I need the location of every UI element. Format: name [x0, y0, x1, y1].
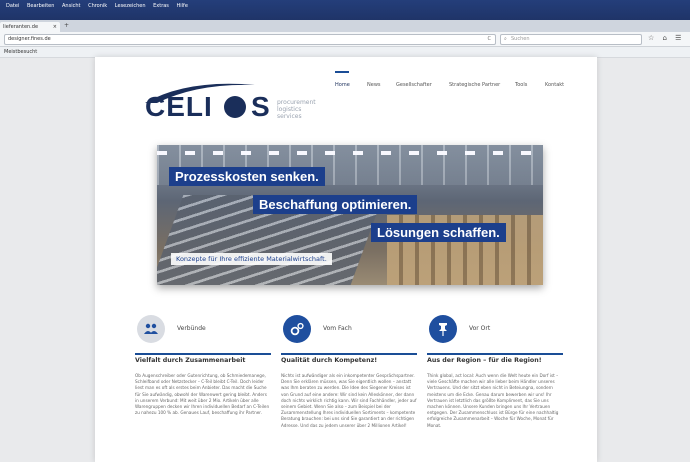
- tagline-line: logistics: [277, 106, 302, 113]
- hero-banner: Prozesskosten senken. Beschaffung optimi…: [157, 145, 543, 285]
- feature-label: Vor Ort: [469, 325, 491, 332]
- menu-help[interactable]: Hilfe: [177, 3, 188, 9]
- column-rule: [281, 353, 417, 355]
- celios-logo[interactable]: CELI S procurement logistics services: [137, 79, 347, 127]
- tab-title: lieferanten.de: [3, 24, 39, 30]
- hero-lights: [157, 151, 543, 155]
- hero-claim-1: Prozesskosten senken.: [169, 167, 325, 186]
- column-text: Nichts ist aufwändiger als ein inkompete…: [281, 373, 417, 428]
- pin-icon[interactable]: [429, 315, 457, 343]
- gears-glyph-icon: [290, 322, 304, 336]
- nav-gesellschafter[interactable]: Gesellschafter: [396, 82, 432, 88]
- column-title: Vielfalt durch Zusammenarbeit: [135, 357, 246, 364]
- hero-claim-2: Beschaffung optimieren.: [253, 195, 418, 214]
- search-icon: ⌕: [504, 36, 507, 42]
- logo-circle-icon: [224, 96, 246, 118]
- hero-subline: Konzepte für Ihre effiziente Materialwir…: [171, 253, 332, 265]
- browser-menubar: Datei Bearbeiten Ansicht Chronik Lesezei…: [0, 0, 690, 20]
- tab-close-icon[interactable]: ×: [53, 24, 57, 30]
- logo-tagline: procurement logistics services: [277, 99, 316, 120]
- users-glyph-icon: [144, 323, 158, 334]
- bookmark-item[interactable]: Meistbesucht: [4, 49, 37, 55]
- url-text: designer.fines.de: [8, 36, 51, 42]
- gears-icon[interactable]: [283, 315, 311, 343]
- tagline-line: services: [277, 113, 302, 120]
- browser-tab[interactable]: lieferanten.de ×: [0, 22, 60, 32]
- search-input[interactable]: ⌕ Suchen: [500, 34, 642, 45]
- pin-glyph-icon: [439, 323, 447, 336]
- new-tab-button[interactable]: +: [64, 22, 69, 29]
- search-placeholder: Suchen: [511, 36, 530, 42]
- logo-text: CELI: [145, 91, 213, 122]
- reload-icon[interactable]: C: [488, 36, 492, 42]
- menu-view[interactable]: Ansicht: [62, 3, 80, 9]
- column-text: Ob Augenschreiber oder Gutenrichtung, ob…: [135, 373, 270, 416]
- nav-news[interactable]: News: [367, 82, 381, 88]
- nav-tools[interactable]: Tools: [515, 82, 527, 88]
- nav-home[interactable]: Home: [335, 82, 350, 88]
- menu-bookmarks[interactable]: Lesezeichen: [115, 3, 146, 9]
- url-bar[interactable]: designer.fines.de C: [4, 34, 496, 45]
- column-title: Aus der Region – für die Region!: [427, 357, 542, 364]
- hero-claim-3: Lösungen schaffen.: [371, 223, 506, 242]
- feature-label: Vom Fach: [323, 325, 352, 332]
- logo-text-s: S: [251, 91, 270, 122]
- column-rule: [427, 353, 563, 355]
- tagline-line: procurement: [277, 99, 316, 106]
- menu-history[interactable]: Chronik: [88, 3, 107, 9]
- web-page: CELI S procurement logistics services Ho…: [95, 57, 597, 462]
- users-icon[interactable]: [137, 315, 165, 343]
- menu-tools[interactable]: Extras: [153, 3, 169, 9]
- column-rule: [135, 353, 271, 355]
- feature-label: Verbünde: [177, 325, 206, 332]
- toolbar-icons[interactable]: ☆ ⌂ ☰: [648, 34, 684, 42]
- column-text: Think global, act local: Auch wenn die W…: [427, 373, 559, 428]
- menu-file[interactable]: Datei: [6, 3, 19, 9]
- navigation-toolbar: designer.fines.de C ⌕ Suchen ☆ ⌂ ☰: [0, 32, 690, 47]
- tab-bar: lieferanten.de × +: [0, 20, 690, 32]
- nav-kontakt[interactable]: Kontakt: [545, 82, 564, 88]
- menu-edit[interactable]: Bearbeiten: [27, 3, 54, 9]
- column-title: Qualität durch Kompetenz!: [281, 357, 378, 364]
- nav-active-indicator: [335, 71, 349, 73]
- nav-strategische-partner[interactable]: Strategische Partner: [449, 82, 500, 88]
